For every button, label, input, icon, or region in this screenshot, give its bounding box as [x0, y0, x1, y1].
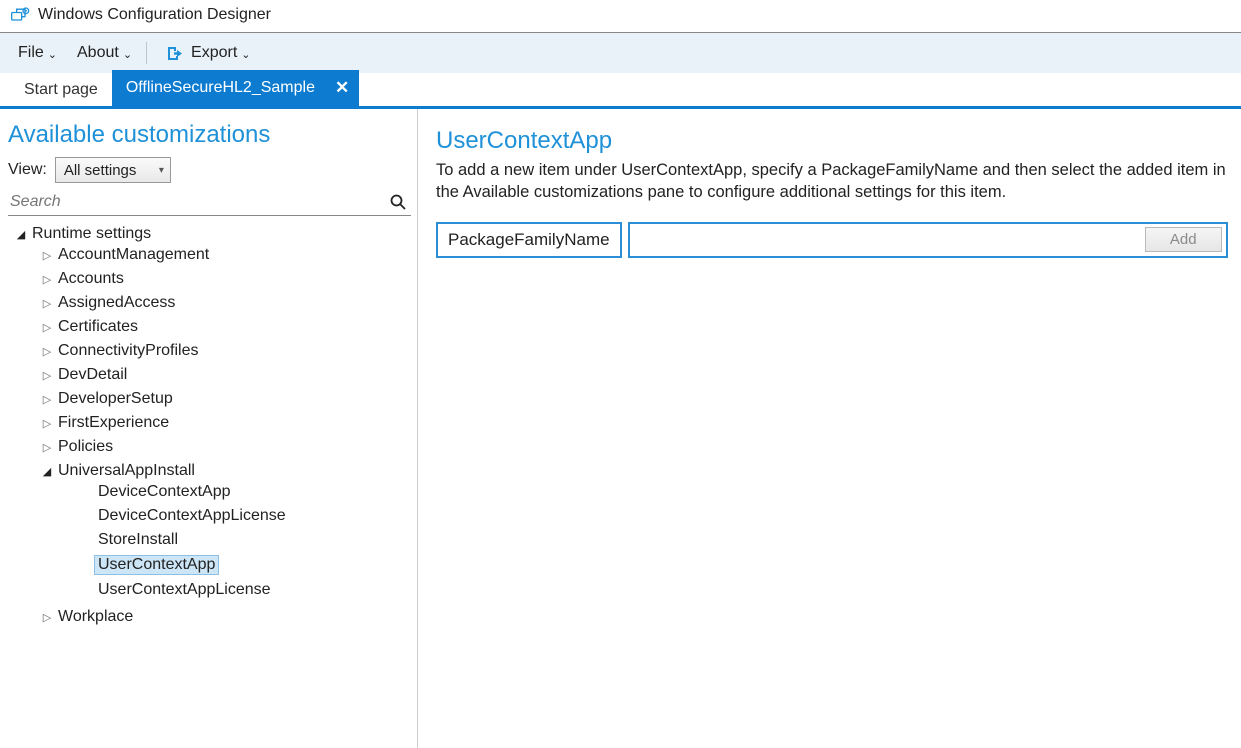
tree-label: DeviceContextAppLicense: [98, 507, 286, 525]
tree-node-certificates[interactable]: ▷ Certificates: [8, 318, 411, 336]
tree-node-policies[interactable]: ▷ Policies: [8, 438, 411, 456]
content-heading: UserContextApp: [436, 127, 1229, 155]
expand-icon[interactable]: ▷: [40, 249, 54, 262]
main-split: Available customizations View: All setti…: [0, 109, 1241, 748]
caret-down-icon: ⌄: [48, 50, 57, 61]
expand-icon[interactable]: ▷: [40, 369, 54, 382]
menu-about[interactable]: About ⌄: [67, 38, 142, 68]
expand-icon[interactable]: ▷: [40, 345, 54, 358]
tree-label: FirstExperience: [58, 414, 169, 432]
menu-about-label: About: [77, 44, 119, 62]
tree-label: Runtime settings: [32, 225, 151, 243]
content-panel: UserContextApp To add a new item under U…: [418, 109, 1241, 748]
tree-node-workplace[interactable]: ▷ Workplace: [8, 608, 411, 626]
tree-node-firstexperience[interactable]: ▷ FirstExperience: [8, 414, 411, 432]
search-row: [8, 191, 411, 216]
add-button[interactable]: Add: [1145, 227, 1222, 252]
tree-label: Accounts: [58, 270, 124, 288]
tree-label: DeviceContextApp: [98, 483, 231, 501]
tree-label: UserContextApp: [94, 555, 219, 575]
export-icon: [165, 44, 185, 62]
tree-node-accounts[interactable]: ▷ Accounts: [8, 270, 411, 288]
tree-label: Policies: [58, 438, 113, 456]
menu-export[interactable]: Export ⌄: [155, 38, 260, 68]
sidebar-heading: Available customizations: [8, 121, 411, 149]
collapse-icon[interactable]: ◢: [40, 465, 54, 478]
tree-node-assignedaccess[interactable]: ▷ AssignedAccess: [8, 294, 411, 312]
tree-label: Workplace: [58, 608, 133, 626]
expand-icon[interactable]: ▷: [40, 321, 54, 334]
menu-export-label: Export: [191, 44, 237, 62]
tree-label: AssignedAccess: [58, 294, 175, 312]
view-label: View:: [8, 161, 47, 179]
app-title: Windows Configuration Designer: [38, 6, 271, 24]
sidebar: Available customizations View: All setti…: [0, 109, 418, 748]
tree-node-accountmanagement[interactable]: ▷ AccountManagement: [8, 246, 411, 264]
view-select[interactable]: All settings ▾: [55, 157, 171, 183]
caret-down-icon: ⌄: [241, 50, 250, 61]
expand-icon[interactable]: ▷: [40, 611, 54, 624]
tree-node-storeinstall[interactable]: StoreInstall: [8, 531, 411, 549]
close-icon[interactable]: ✕: [335, 78, 349, 98]
tree-label: DeveloperSetup: [58, 390, 173, 408]
app-icon: [10, 7, 30, 23]
titlebar: Windows Configuration Designer: [0, 0, 1241, 33]
menu-separator: [146, 42, 147, 64]
search-icon[interactable]: [389, 193, 407, 211]
expand-icon[interactable]: ▷: [40, 417, 54, 430]
content-description: To add a new item under UserContextApp, …: [436, 159, 1226, 204]
tree-label: Certificates: [58, 318, 138, 336]
menu-file[interactable]: File ⌄: [8, 38, 67, 68]
menubar: File ⌄ About ⌄ Export ⌄: [0, 33, 1241, 73]
tree-node-devicecontextapp[interactable]: DeviceContextApp: [8, 483, 411, 501]
tab-start-label: Start page: [24, 81, 98, 99]
view-select-value: All settings: [64, 162, 137, 179]
param-row: PackageFamilyName Add: [436, 222, 1229, 258]
tree-label: UniversalAppInstall: [58, 462, 195, 480]
tree-label: ConnectivityProfiles: [58, 342, 199, 360]
param-label: PackageFamilyName: [436, 222, 622, 258]
menu-file-label: File: [18, 44, 44, 62]
tab-project[interactable]: OfflineSecureHL2_Sample ✕: [112, 70, 359, 106]
expand-icon[interactable]: ▷: [40, 273, 54, 286]
expand-icon[interactable]: ▷: [40, 297, 54, 310]
param-field-wrapper: Add: [628, 222, 1228, 258]
tab-project-label: OfflineSecureHL2_Sample: [126, 79, 315, 97]
tree-node-usercontextapplicense[interactable]: UserContextAppLicense: [8, 581, 411, 599]
tree-node-usercontextapp[interactable]: UserContextApp: [8, 555, 411, 575]
tree-label: DevDetail: [58, 366, 127, 384]
tree-node-devdetail[interactable]: ▷ DevDetail: [8, 366, 411, 384]
expand-icon[interactable]: ▷: [40, 393, 54, 406]
view-row: View: All settings ▾: [8, 157, 411, 183]
caret-down-icon: ⌄: [123, 50, 132, 61]
tree-label: StoreInstall: [98, 531, 178, 549]
tree-node-connectivityprofiles[interactable]: ▷ ConnectivityProfiles: [8, 342, 411, 360]
tree-node-developersetup[interactable]: ▷ DeveloperSetup: [8, 390, 411, 408]
collapse-icon[interactable]: ◢: [14, 228, 28, 241]
chevron-down-icon: ▾: [159, 165, 164, 176]
tab-start-page[interactable]: Start page: [10, 74, 112, 106]
expand-icon[interactable]: ▷: [40, 441, 54, 454]
tree-node-runtime-settings[interactable]: ◢ Runtime settings: [8, 225, 411, 243]
tree-label: UserContextAppLicense: [98, 581, 271, 599]
search-input[interactable]: [10, 193, 389, 211]
tree-label: AccountManagement: [58, 246, 209, 264]
settings-tree: ◢ Runtime settings ▷ AccountManagement ▷ A…: [8, 222, 411, 632]
tree-node-devicecontextapplicense[interactable]: DeviceContextAppLicense: [8, 507, 411, 525]
tab-strip: Start page OfflineSecureHL2_Sample ✕: [0, 73, 1241, 109]
package-family-name-input[interactable]: [634, 228, 1139, 252]
tree-node-universalappinstall[interactable]: ◢ UniversalAppInstall: [8, 462, 411, 480]
